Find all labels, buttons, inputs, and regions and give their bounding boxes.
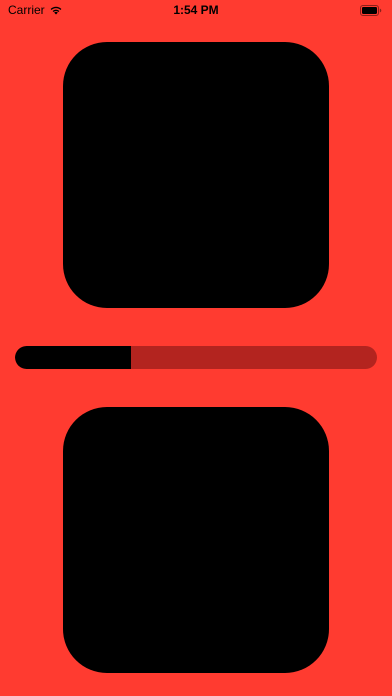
progress-bar	[15, 346, 377, 369]
app-screen: Carrier 1:54 PM	[0, 0, 392, 696]
battery-icon	[360, 5, 382, 16]
progress-bar-fill	[15, 346, 131, 369]
status-time: 1:54 PM	[173, 3, 219, 17]
status-bar: Carrier 1:54 PM	[0, 0, 392, 22]
top-card[interactable]	[63, 42, 329, 308]
bottom-card[interactable]	[63, 407, 329, 673]
